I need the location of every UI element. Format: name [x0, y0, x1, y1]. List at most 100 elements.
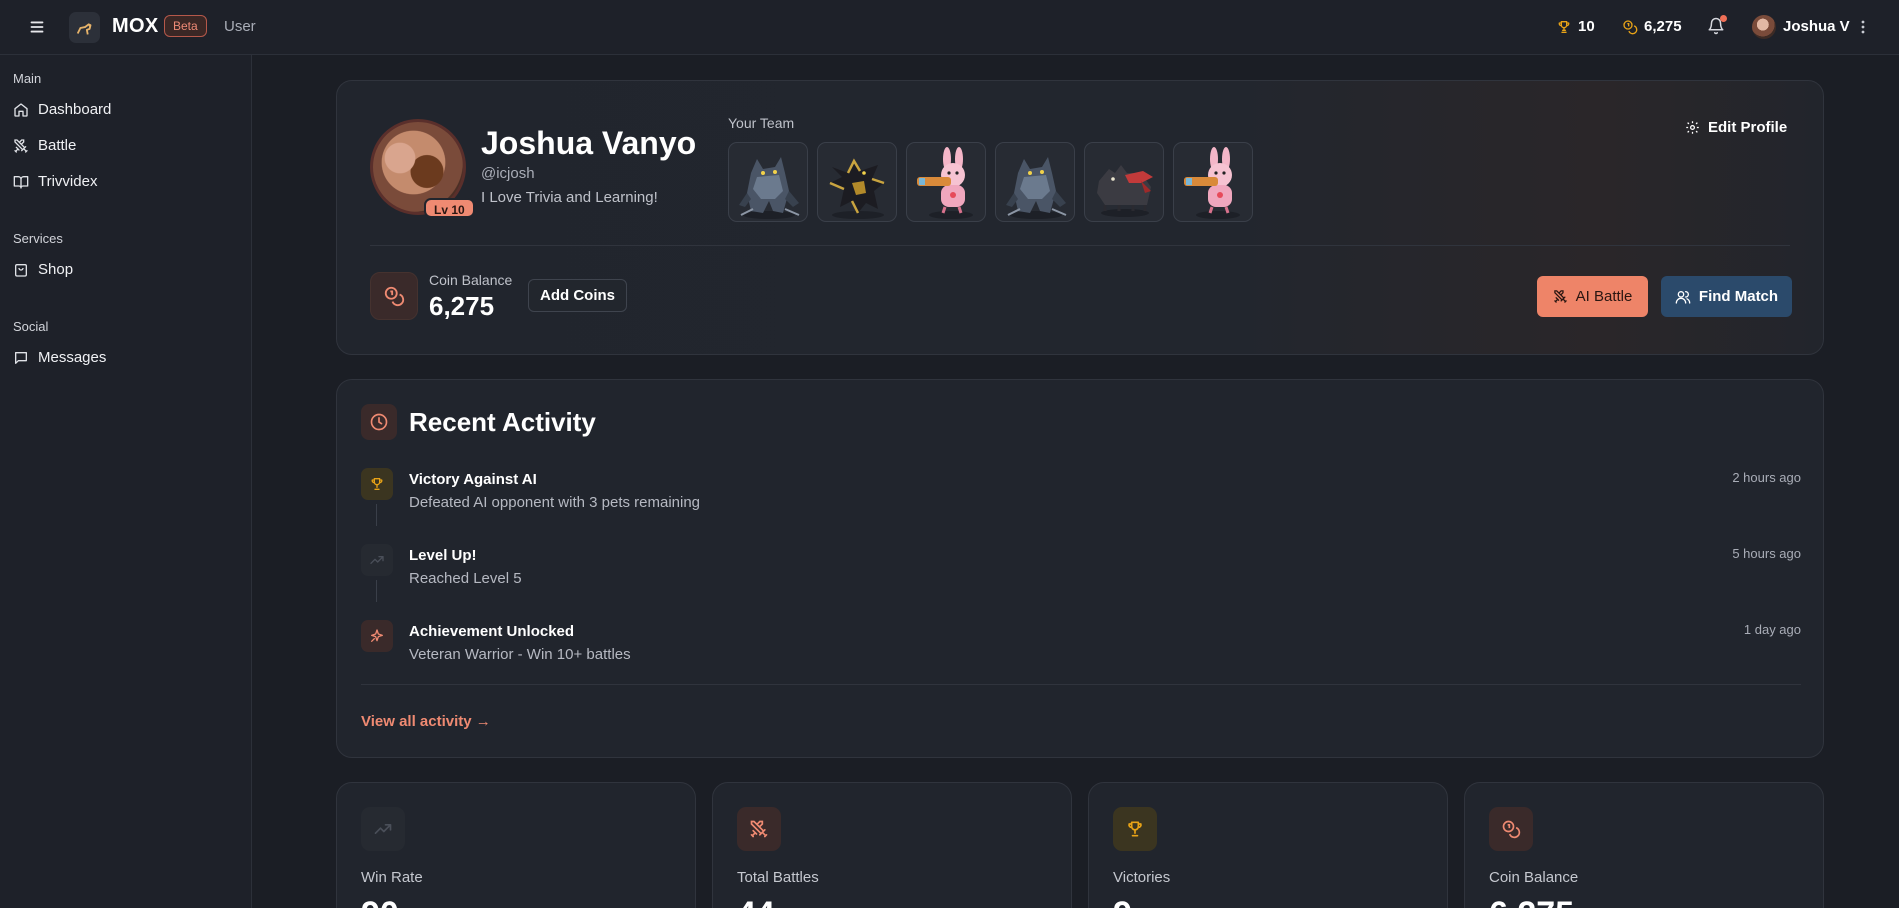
sidebar-item-dashboard[interactable]: Dashboard — [13, 101, 111, 118]
team-pet-slot[interactable] — [906, 142, 986, 222]
stat-card-victories: Victories 9 — [1088, 782, 1448, 908]
profile-name: Joshua Vanyo — [481, 125, 697, 161]
stat-card-win-rate: Win Rate 90 — [336, 782, 696, 908]
message-icon — [15, 351, 27, 364]
trophy-counter: 10 — [1556, 18, 1595, 35]
view-all-activity-link[interactable]: View all activity → — [361, 713, 491, 730]
coins-icon — [1489, 807, 1533, 851]
stat-label: Win Rate — [361, 869, 423, 886]
swords-icon — [737, 807, 781, 851]
activity-item: Level Up! Reached Level 5 5 hours ago — [361, 544, 1801, 604]
team-pet-slot[interactable] — [995, 142, 1075, 222]
profile-card: Lv 10 Joshua Vanyo @icjosh I Love Trivia… — [336, 80, 1824, 355]
activity-time: 1 day ago — [1743, 622, 1801, 637]
sidebar-item-battle[interactable]: Battle — [13, 137, 76, 154]
user-role: User — [224, 18, 256, 35]
sidebar-item-label: Shop — [38, 261, 74, 278]
activity-time: 2 hours ago — [1732, 470, 1801, 485]
find-match-label: Find Match — [1698, 288, 1779, 305]
stat-value: 90 — [361, 895, 399, 908]
clock-icon — [361, 404, 397, 440]
ai-battle-button[interactable]: AI Battle — [1537, 276, 1648, 317]
sidebar: Main Dashboard Battle Trivvidex Services… — [0, 55, 252, 908]
user-menu-name[interactable]: Joshua V — [1783, 18, 1850, 35]
team-pet-slot[interactable] — [1084, 142, 1164, 222]
sidebar-item-shop[interactable]: Shop — [13, 261, 73, 278]
sidebar-section-social: Social — [13, 319, 49, 334]
stat-value: 6,275 — [1489, 895, 1574, 908]
profile-handle: @icjosh — [481, 165, 535, 182]
coin-balance-value: 6,275 — [429, 291, 495, 321]
trending-up-icon — [361, 807, 405, 851]
stat-label: Coin Balance — [1489, 869, 1579, 886]
coin-balance-label: Coin Balance — [429, 272, 513, 288]
sidebar-section-services: Services — [13, 231, 63, 246]
stat-label: Victories — [1113, 869, 1171, 886]
section-title: Recent Activity — [409, 407, 596, 437]
activity-time: 5 hours ago — [1732, 546, 1801, 561]
menu-icon[interactable] — [26, 16, 48, 38]
divider — [370, 245, 1790, 246]
team-pet-slot[interactable] — [728, 142, 808, 222]
stat-value: 44 — [737, 895, 775, 908]
werewolf-monster-icon — [1006, 157, 1067, 219]
sidebar-item-label: Dashboard — [38, 101, 112, 118]
coin-count: 6,275 — [1644, 18, 1682, 35]
divider — [361, 684, 1801, 685]
activity-description: Defeated AI opponent with 3 pets remaini… — [409, 494, 701, 511]
sidebar-section-main: Main — [13, 71, 42, 86]
avatar[interactable] — [1752, 15, 1776, 39]
edit-profile-button[interactable]: Edit Profile — [1685, 119, 1787, 136]
book-icon — [13, 175, 29, 189]
home-icon — [14, 102, 28, 117]
trophy-count: 10 — [1578, 18, 1595, 35]
activity-item: Achievement Unlocked Veteran Warrior - W… — [361, 620, 1801, 680]
find-match-button[interactable]: Find Match — [1661, 276, 1792, 317]
trending-up-icon — [361, 544, 393, 576]
timeline-connector — [376, 580, 377, 602]
swords-icon — [1553, 290, 1567, 303]
coin-counter: 6,275 — [1622, 18, 1682, 35]
pink-bunny-bazooka-icon — [917, 147, 973, 219]
werewolf-monster-icon — [739, 157, 800, 219]
coins-icon — [1623, 19, 1638, 34]
level-badge: Lv 10 — [424, 198, 475, 218]
trophy-icon — [1558, 20, 1570, 33]
team-pet-slot[interactable] — [817, 142, 897, 222]
dark-wolf-red-scarf-icon — [1097, 165, 1153, 217]
shopping-bag-icon — [15, 263, 27, 277]
team-label: Your Team — [728, 115, 795, 131]
stat-label: Total Battles — [737, 869, 819, 886]
team-pet-slot[interactable] — [1173, 142, 1253, 222]
edit-profile-label: Edit Profile — [1708, 119, 1788, 136]
black-gold-dragon-icon — [829, 158, 885, 219]
coin-balance-icon-box — [370, 272, 418, 320]
more-vertical-icon[interactable] — [1860, 18, 1866, 36]
activity-title: Achievement Unlocked — [409, 623, 575, 640]
notification-dot — [1720, 15, 1727, 22]
add-coins-button[interactable]: Add Coins — [528, 279, 627, 312]
brand-name[interactable]: MOX — [112, 15, 158, 38]
sparkle-icon — [361, 620, 393, 652]
swords-icon — [14, 138, 28, 153]
timeline-connector — [376, 504, 377, 526]
trophy-icon — [361, 468, 393, 500]
profile-bio: I Love Trivia and Learning! — [481, 189, 658, 206]
sidebar-item-trivvidex[interactable]: Trivvidex — [13, 173, 97, 190]
pink-bunny-bazooka-icon — [1184, 147, 1240, 219]
sidebar-item-label: Messages — [38, 349, 107, 366]
sidebar-item-messages[interactable]: Messages — [13, 349, 106, 366]
beta-badge: Beta — [164, 15, 207, 37]
sidebar-item-label: Battle — [38, 137, 77, 154]
activity-item: Victory Against AI Defeated AI opponent … — [361, 468, 1801, 528]
recent-activity-card: Recent Activity Victory Against AI Defea… — [336, 379, 1824, 758]
trophy-icon — [1113, 807, 1157, 851]
coins-icon — [384, 286, 405, 307]
stat-value: 9 — [1113, 895, 1132, 908]
sidebar-item-label: Trivvidex — [38, 173, 98, 190]
users-icon — [1675, 290, 1691, 304]
gear-icon — [1686, 121, 1699, 134]
stat-card-coin-balance: Coin Balance 6,275 — [1464, 782, 1824, 908]
logo[interactable] — [69, 12, 100, 43]
top-bar: MOX Beta User 10 6,275 Joshua V — [0, 0, 1899, 55]
